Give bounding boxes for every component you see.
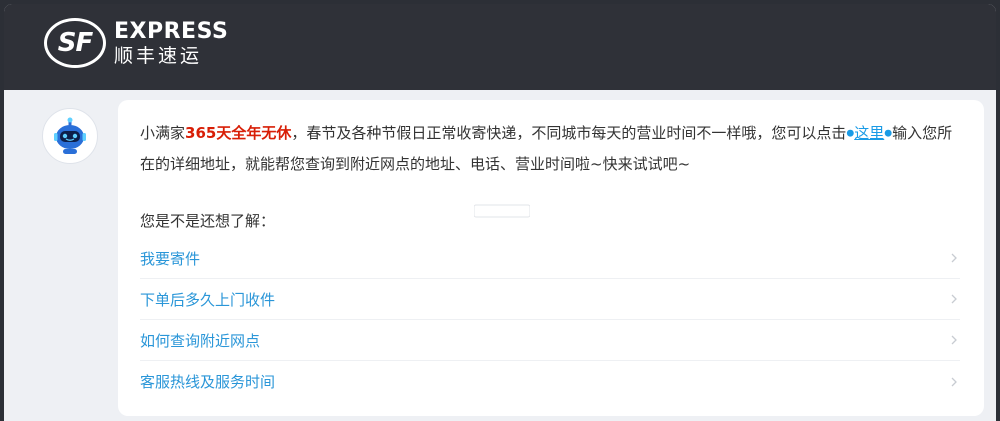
suggestion-item[interactable]: 如何查询附近网点 [140, 320, 960, 361]
message-part2: ，春节及各种节假日正常收寄快递，不同城市每天的营业时间不一样哦，您可以点击 [291, 124, 847, 142]
watermark [473, 204, 531, 221]
link-dot-icon: ● [884, 128, 893, 139]
message-part1: 小满家 [140, 124, 186, 142]
bot-message-bubble: 小满家365天全年无休，春节及各种节假日正常收寄快递，不同城市每天的营业时间不一… [118, 100, 984, 416]
logo-text-cn: 顺丰速运 [114, 44, 203, 67]
chevron-right-icon [948, 252, 960, 264]
robot-avatar [42, 108, 98, 164]
bot-message-text: 小满家365天全年无休，春节及各种节假日正常收寄快递，不同城市每天的营业时间不一… [140, 118, 960, 179]
suggestion-label: 客服热线及服务时间 [140, 373, 276, 391]
suggestion-label: 下单后多久上门收件 [140, 290, 276, 309]
chat-window: SF EXPRESS 顺丰速运 小满家365天全年无休，春节及各种节假日正常收寄… [4, 4, 996, 421]
suggestion-item[interactable]: 客服热线及服务时间 [140, 361, 960, 402]
message-highlight: 365天全年无休 [185, 124, 292, 142]
here-link[interactable]: 这里 [854, 124, 884, 142]
suggestion-label: 如何查询附近网点 [140, 331, 261, 350]
sf-logo-mark: SF [44, 18, 106, 68]
chevron-right-icon [948, 293, 960, 305]
suggestion-list: 我要寄件 下单后多久上门收件 如何查询附近网点 客服热线及服务时间 [140, 238, 960, 402]
suggestion-item[interactable]: 我要寄件 [140, 238, 960, 279]
logo-text: EXPRESS 顺丰速运 [114, 18, 229, 67]
suggestion-label: 我要寄件 [140, 249, 201, 268]
header-bar: SF EXPRESS 顺丰速运 [4, 4, 996, 90]
suggestion-item[interactable]: 下单后多久上门收件 [140, 279, 960, 320]
logo-text-en: EXPRESS [114, 18, 229, 44]
sf-express-logo: SF EXPRESS 顺丰速运 [44, 18, 228, 68]
suggestion-prompt: 您是不是还想了解： [140, 212, 276, 230]
chevron-right-icon [948, 334, 960, 346]
robot-icon [54, 117, 86, 154]
chevron-right-icon [948, 376, 960, 388]
